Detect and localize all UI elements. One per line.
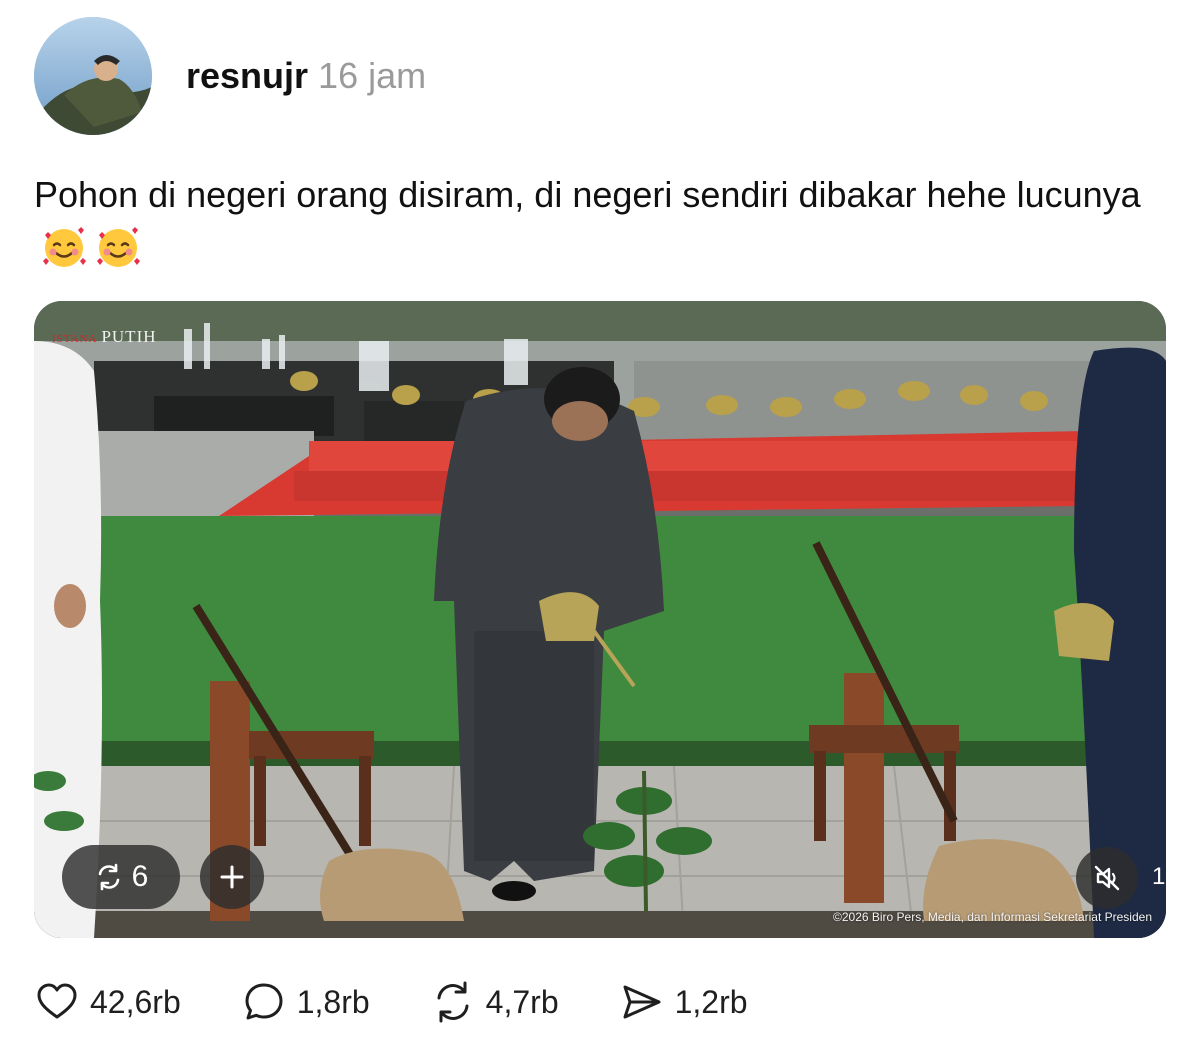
- mute-icon: [1094, 865, 1120, 891]
- watermark-right: PUTIH: [101, 327, 157, 346]
- repost-button[interactable]: 4,7rb: [430, 979, 559, 1025]
- smiling-face-with-hearts-emoji-icon: [94, 223, 142, 271]
- username[interactable]: resnujr: [186, 55, 308, 96]
- post-caption: Pohon di negeri orang disiram, di negeri…: [34, 168, 1174, 276]
- repost-count: 6: [131, 860, 149, 893]
- thread-post: resnujr 16 jam Pohon di negeri orang disi…: [0, 0, 1200, 1046]
- repost-icon: [98, 863, 119, 891]
- like-button[interactable]: 42,6rb: [34, 979, 181, 1025]
- caption-text: Pohon di negeri orang disiram, di negeri…: [34, 174, 1141, 215]
- mute-button[interactable]: [1076, 847, 1138, 909]
- comment-button[interactable]: 1,8rb: [241, 979, 370, 1025]
- timestamp: 16 jam: [318, 55, 427, 96]
- comment-bubble-icon: [245, 983, 283, 1020]
- heart-icon: [37, 983, 77, 1019]
- avatar[interactable]: [34, 17, 152, 135]
- smiling-face-with-hearts-emoji-icon: [40, 223, 88, 271]
- plus-icon: [220, 865, 244, 889]
- post-header: resnujr 16 jam: [186, 54, 426, 98]
- comment-count: 1,8rb: [296, 983, 370, 1020]
- repost-action-count: 4,7rb: [485, 983, 559, 1020]
- send-icon: [623, 985, 661, 1019]
- media-counter: 1: [1152, 863, 1166, 890]
- share-button[interactable]: 1,2rb: [619, 979, 748, 1025]
- post-actions: 42,6rb 1,8rb 4,7rb 1,2rb: [34, 974, 808, 1030]
- video-copyright: ©2026 Biro Pers, Media, dan Informasi Se…: [833, 910, 1152, 924]
- repost-count-pill[interactable]: 6: [62, 845, 180, 909]
- watermark-left: ISTANA: [52, 333, 98, 345]
- post-video[interactable]: ISTANA PUTIH ©2026 Biro Pers, Media, dan …: [34, 301, 1166, 938]
- share-count: 1,2rb: [674, 983, 748, 1020]
- watermark: ISTANA PUTIH: [52, 327, 157, 347]
- add-button[interactable]: [200, 845, 264, 909]
- video-frame: [34, 301, 1166, 938]
- repost-icon: [437, 981, 469, 1023]
- like-count: 42,6rb: [90, 983, 181, 1020]
